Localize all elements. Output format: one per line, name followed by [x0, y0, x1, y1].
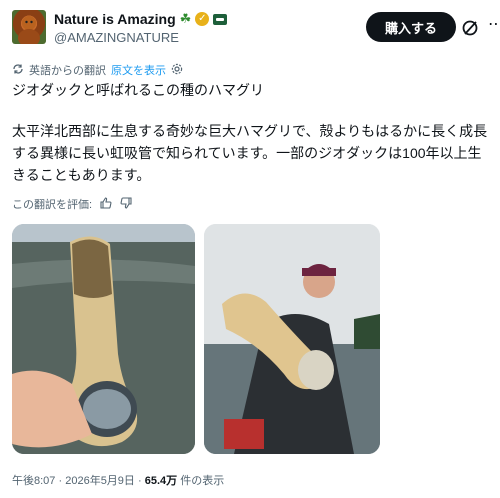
- post-time[interactable]: 午後8:07: [12, 475, 55, 487]
- post-header: Nature is Amazing ☘ ✓ @AMAZINGNATURE 購入す…: [12, 8, 500, 50]
- translation-settings-icon[interactable]: [171, 63, 183, 78]
- translate-icon: [12, 63, 24, 78]
- more-options-icon[interactable]: ⋯: [486, 17, 500, 38]
- rate-translation: この翻訳を評価:: [12, 196, 132, 212]
- thumbs-down-icon[interactable]: [120, 196, 132, 212]
- grok-icon[interactable]: [460, 18, 480, 38]
- geoduck-photo-2[interactable]: [204, 224, 380, 454]
- show-original-link[interactable]: 原文を表示: [111, 62, 166, 78]
- user-handle[interactable]: @AMAZINGNATURE: [54, 30, 227, 45]
- post-meta: 午後8:07 · 2026年5月9日 · 65.4万 件の表示: [12, 472, 224, 488]
- translation-note-text: 英語からの翻訳: [29, 65, 106, 77]
- post-date[interactable]: 2026年5月9日: [65, 475, 135, 487]
- subscribe-button[interactable]: 購入する: [366, 12, 456, 42]
- avatar[interactable]: [12, 10, 46, 44]
- geoduck-photo-1[interactable]: [12, 224, 195, 454]
- view-count: 65.4万: [144, 475, 178, 487]
- clover-icon: ☘: [179, 11, 192, 26]
- affiliate-badge-icon[interactable]: [213, 13, 228, 25]
- rate-label: この翻訳を評価:: [12, 199, 93, 211]
- view-count-suffix: 件の表示: [180, 475, 225, 487]
- verified-badge-icon[interactable]: ✓: [195, 12, 210, 26]
- post-title: ジオダックと呼ばれるこの種のハマグリ: [12, 82, 264, 98]
- translation-note: 英語からの翻訳 原文を表示: [12, 62, 183, 78]
- thumbs-up-icon[interactable]: [100, 196, 112, 212]
- meta-separator: ·: [138, 475, 145, 487]
- display-name[interactable]: Nature is Amazing: [54, 11, 176, 27]
- post-body: 太平洋北西部に生息する奇妙な巨大ハマグリで、殻よりもはるかに長く成長する異様に長…: [12, 123, 488, 183]
